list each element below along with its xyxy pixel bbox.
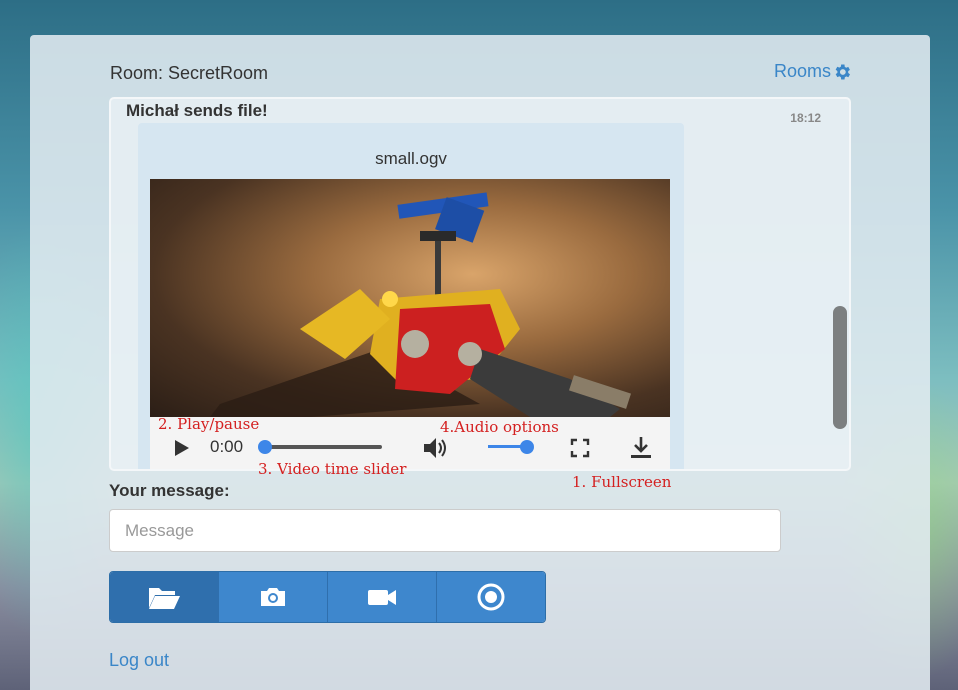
room-title: Room: SecretRoom	[110, 63, 269, 83]
message-sender: Michał sends file!	[126, 101, 268, 120]
download-icon[interactable]	[630, 435, 652, 459]
chat-panel: Room: SecretRoom Rooms Michał sends file…	[30, 35, 930, 690]
lego-helicopter-image	[210, 192, 632, 417]
time-slider-track[interactable]	[260, 445, 382, 449]
annotation-play-pause: 2. Play/pause	[158, 415, 260, 433]
gear-icon	[835, 64, 850, 79]
annotation-fullscreen: 1. Fullscreen	[572, 473, 672, 491]
logout-link[interactable]: Log out	[109, 650, 169, 671]
file-name: small.ogv	[375, 149, 447, 168]
fullscreen-icon[interactable]	[570, 438, 590, 458]
chat-scrollbar[interactable]	[833, 306, 847, 429]
record-icon	[477, 583, 505, 611]
annotation-time-slider: 3. Video time slider	[258, 460, 407, 478]
attachment-button-group	[109, 571, 546, 623]
rooms-link[interactable]: Rooms	[774, 61, 852, 82]
annotation-audio-options: 4.Audio options	[440, 418, 559, 436]
camera-icon	[261, 588, 285, 606]
time-slider-thumb[interactable]	[258, 440, 272, 454]
message-timestamp: 18:12	[790, 111, 821, 125]
volume-icon[interactable]	[422, 436, 448, 460]
folder-open-icon	[149, 588, 180, 609]
take-photo-button[interactable]	[219, 572, 328, 622]
message-input[interactable]	[109, 509, 781, 552]
video-frame[interactable]	[150, 179, 670, 417]
send-file-button[interactable]	[110, 572, 219, 622]
message-label: Your message:	[109, 481, 230, 500]
volume-slider-thumb[interactable]	[520, 440, 534, 454]
video-camera-icon	[368, 590, 396, 605]
rooms-label: Rooms	[773, 61, 831, 81]
current-time: 0:00	[210, 437, 244, 456]
record-video-button[interactable]	[328, 572, 437, 622]
record-audio-button[interactable]	[437, 572, 545, 622]
play-icon[interactable]	[174, 439, 190, 457]
